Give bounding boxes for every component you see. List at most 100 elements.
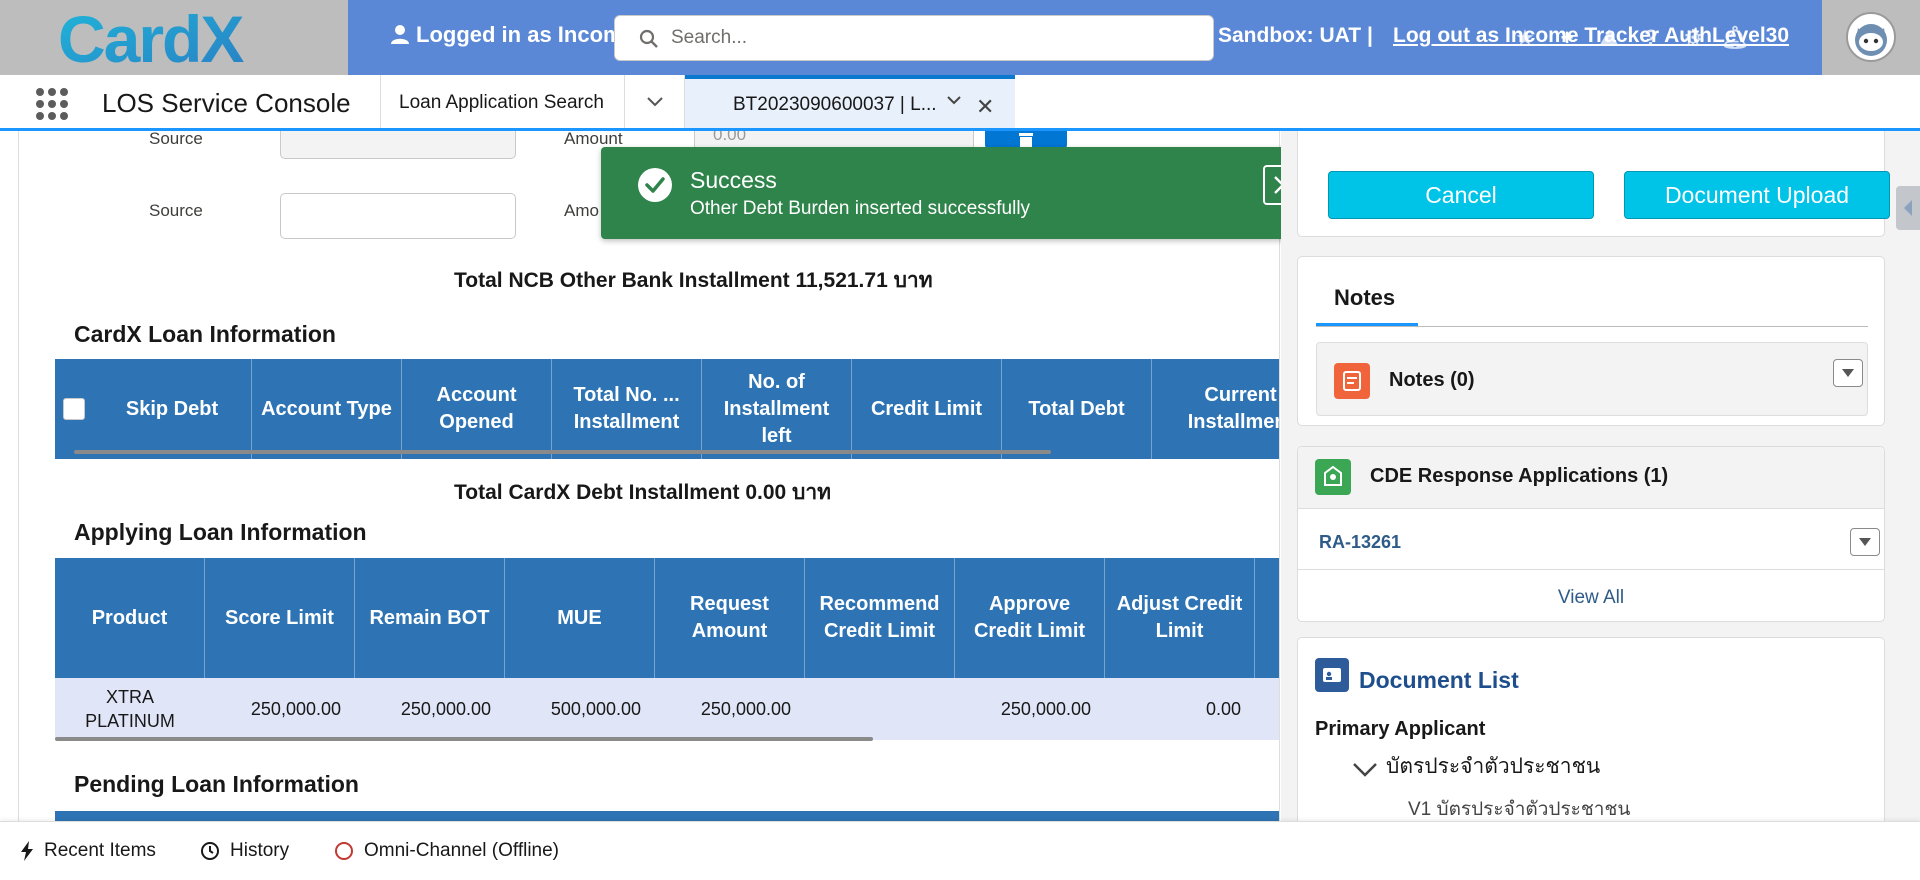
table-cell: 250,000.00 [700, 698, 791, 719]
logged-in-indicator: Logged in as Income Tracker [390, 22, 620, 48]
lightning-icon [21, 841, 33, 861]
ncb-total-installment: Total NCB Other Bank Installment 11,521.… [454, 269, 933, 292]
global-actions-icon[interactable]: + [1552, 23, 1582, 53]
user-icon [391, 25, 409, 44]
table-cell [805, 678, 955, 740]
logo-area: CardX [0, 0, 348, 75]
notes-count-title[interactable]: Notes (0) [1389, 369, 1475, 392]
utility-bar: Recent Items History Omni-Channel (Offli… [0, 821, 1920, 880]
nav-item-loan-application-search[interactable]: Loan Application Search [380, 75, 625, 128]
notes-icon [1334, 363, 1370, 399]
amount-label: Amo [564, 201, 599, 220]
tab-divider [1316, 326, 1868, 327]
cde-card-title[interactable]: CDE Response Applications (1) [1370, 465, 1668, 488]
triangle-down-icon [1859, 538, 1871, 546]
recent-items-label: Recent Items [44, 840, 156, 861]
tab-menu-chevron-icon[interactable] [946, 95, 962, 107]
document-upload-button[interactable]: Document Upload [1624, 171, 1890, 219]
panel-toggle-tab[interactable] [1896, 186, 1920, 230]
cardx-logo: CardX [58, 6, 246, 70]
source-field-disabled [280, 131, 516, 159]
column-header[interactable]: Total Debt [1002, 359, 1152, 459]
logged-in-text: Logged in as Income Tracker [416, 22, 620, 47]
chevron-down-icon[interactable] [1352, 762, 1378, 778]
column-header[interactable]: MUE [505, 558, 655, 678]
settings-icon[interactable]: ⚙ [1678, 23, 1708, 53]
cancel-button[interactable]: Cancel [1328, 171, 1594, 219]
help-icon[interactable]: ? [1636, 23, 1666, 53]
app-name: LOS Service Console [102, 88, 351, 118]
column-header[interactable]: Request Amount [655, 558, 805, 678]
document-item[interactable]: V1 บัตรประจำตัวประชาชน [1408, 794, 1630, 821]
document-list-card: Document List Primary Applicant บัตรประจ… [1297, 637, 1885, 821]
tab-close-icon[interactable]: ✕ [976, 94, 994, 120]
success-toast: Success Other Debt Burden inserted succe… [601, 147, 1321, 239]
column-header[interactable]: Current Installment [1152, 359, 1279, 459]
document-category[interactable]: บัตรประจำตัวประชาชน [1386, 750, 1600, 783]
primary-applicant-label: Primary Applicant [1315, 718, 1486, 740]
amount-value: 0.00 [713, 131, 747, 144]
applying-loan-table-header: Product Score Limit Remain BOT MUE Reque… [55, 558, 1279, 678]
search-input[interactable] [671, 22, 1191, 54]
toast-title: Success [690, 167, 777, 193]
column-header[interactable]: Adjust Credit Limit [1105, 558, 1255, 678]
cde-app-icon [1315, 459, 1351, 495]
column-header[interactable]: Score Limit [205, 558, 355, 678]
view-all-link[interactable]: View All [1298, 587, 1884, 609]
triangle-down-icon [1842, 369, 1854, 377]
guidance-icon[interactable]: ⛰ [1594, 23, 1624, 53]
search-icon [639, 29, 658, 48]
avatar-area [1822, 0, 1920, 75]
table-cell: 250,000.00 [1000, 698, 1091, 719]
utility-omni-channel[interactable]: Omni-Channel (Offline) [334, 840, 559, 862]
column-header[interactable]: Total No. ... Installment [552, 359, 702, 459]
astro-avatar-icon [1855, 24, 1887, 56]
notes-card: Notes Notes (0) [1297, 256, 1885, 426]
global-search[interactable] [614, 15, 1214, 61]
column-header[interactable]: Account Type [252, 359, 402, 459]
column-header[interactable]: Skip Debt [93, 359, 252, 459]
card-footer-divider [1298, 569, 1884, 570]
sandbox-label: Sandbox: UAT | [1218, 24, 1373, 47]
cde-card-header: CDE Response Applications (1) [1298, 447, 1884, 509]
utility-history[interactable]: History [200, 840, 289, 862]
document-list-title[interactable]: Document List [1359, 667, 1519, 694]
chevron-down-icon [646, 96, 663, 106]
cardx-table-scrollbar[interactable] [74, 450, 1051, 454]
column-header[interactable]: Recommend Credit Limit [805, 558, 955, 678]
document-list-icon [1315, 658, 1349, 692]
cardx-total-installment: Total CardX Debt Installment 0.00 บาท [454, 481, 831, 504]
workspace-tab-active[interactable]: BT2023090600037 | L... [685, 75, 1015, 128]
svg-text:CardX: CardX [58, 6, 244, 70]
success-check-icon [638, 168, 672, 202]
cde-response-card: CDE Response Applications (1) RA-13261 V… [1297, 446, 1885, 622]
nav-menu-button[interactable] [625, 75, 685, 128]
chevron-left-icon [1904, 200, 1912, 216]
table-row[interactable]: XTRA PLATINUM 250,000.00 250,000.00 500,… [55, 678, 1279, 740]
favorites-icon[interactable]: ★ [1510, 23, 1540, 53]
app-launcher-icon[interactable] [36, 88, 68, 120]
clock-icon [201, 842, 219, 860]
select-all-cell [55, 359, 93, 459]
column-header[interactable]: Credit Limit [852, 359, 1002, 459]
utility-recent-items[interactable]: Recent Items [20, 840, 156, 862]
applying-table-scrollbar[interactable] [55, 737, 873, 741]
table-cell: 250,000.00 [250, 698, 341, 719]
cardx-loan-table-header: Skip Debt Account Type Account Opened To… [55, 359, 1279, 459]
table-cell: 500,000.00 [550, 698, 641, 719]
tab-notes[interactable]: Notes [1334, 285, 1395, 311]
avatar[interactable] [1846, 12, 1896, 62]
column-header[interactable]: No. of Installment left [702, 359, 852, 459]
source-field[interactable] [280, 193, 516, 239]
column-header[interactable]: Account Opened [402, 359, 552, 459]
notifications-icon[interactable]: 🔔︎ [1720, 23, 1750, 53]
workspace-tab-label: BT2023090600037 | L... [733, 94, 937, 115]
column-header[interactable]: Product [55, 558, 205, 678]
notes-dropdown-button[interactable] [1833, 359, 1863, 387]
cde-record-link[interactable]: RA-13261 [1319, 532, 1401, 553]
table-cell: XTRA PLATINUM [85, 686, 175, 731]
select-all-checkbox[interactable] [63, 398, 85, 420]
column-header[interactable]: Approve Credit Limit [955, 558, 1105, 678]
cde-record-dropdown-button[interactable] [1850, 528, 1880, 556]
column-header[interactable]: Remain BOT [355, 558, 505, 678]
